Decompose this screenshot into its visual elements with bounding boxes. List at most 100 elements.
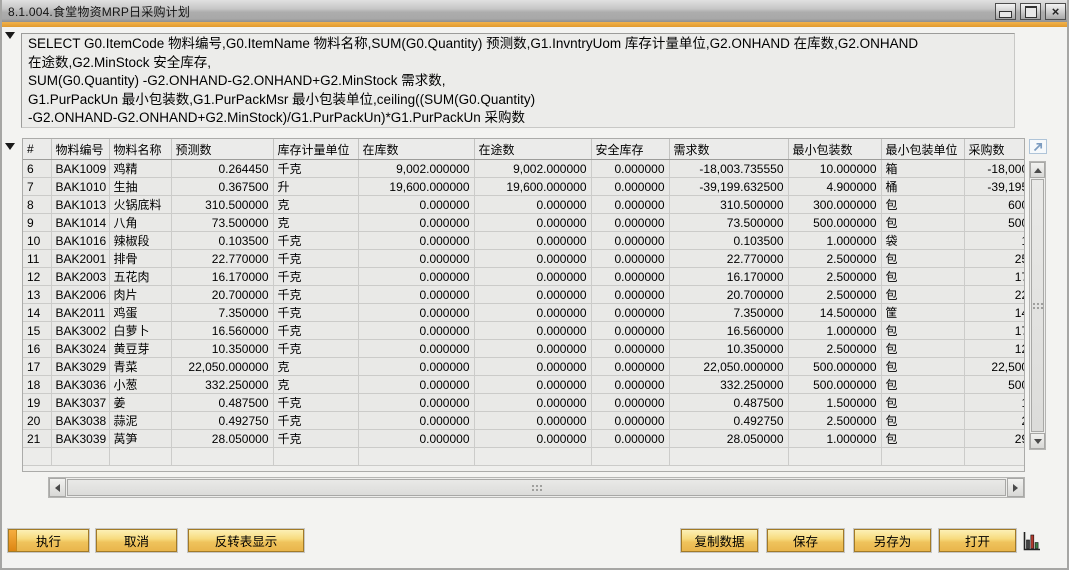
table-cell[interactable]: 千克 bbox=[273, 286, 358, 304]
chart-button[interactable] bbox=[1023, 529, 1043, 551]
table-cell[interactable]: 2.500000 bbox=[964, 412, 1025, 430]
collapse-grid-arrow-icon[interactable] bbox=[5, 143, 15, 150]
table-cell[interactable]: 袋 bbox=[881, 232, 964, 250]
table-cell[interactable]: 10.350000 bbox=[669, 340, 788, 358]
table-cell[interactable]: 千克 bbox=[273, 250, 358, 268]
table-cell[interactable]: 7.350000 bbox=[669, 304, 788, 322]
table-cell[interactable]: -39,199.632500 bbox=[669, 178, 788, 196]
table-cell[interactable]: 19,600.000000 bbox=[474, 178, 591, 196]
horizontal-scrollbar[interactable] bbox=[48, 477, 1025, 498]
table-cell[interactable]: 15 bbox=[23, 322, 51, 340]
table-row[interactable]: 20BAK3038蒜泥0.492750千克0.0000000.0000000.0… bbox=[23, 412, 1025, 430]
table-cell[interactable]: 10.350000 bbox=[171, 340, 273, 358]
table-cell[interactable]: BAK1009 bbox=[51, 160, 109, 178]
table-row[interactable]: 15BAK3002白萝卜16.560000千克0.0000000.0000000… bbox=[23, 322, 1025, 340]
table-cell[interactable]: 八角 bbox=[109, 214, 171, 232]
table-cell[interactable]: 0.000000 bbox=[591, 196, 669, 214]
table-cell[interactable]: 0.264450 bbox=[171, 160, 273, 178]
table-cell[interactable]: 20.700000 bbox=[669, 286, 788, 304]
table-cell[interactable]: 22.770000 bbox=[669, 250, 788, 268]
table-cell[interactable]: 0.000000 bbox=[591, 322, 669, 340]
column-header[interactable]: 最小包装单位 bbox=[881, 139, 964, 160]
table-cell[interactable]: 4.900000 bbox=[788, 178, 881, 196]
save-as-button[interactable]: 另存为 bbox=[854, 529, 931, 552]
table-cell[interactable]: 0.000000 bbox=[591, 394, 669, 412]
table-cell[interactable]: 包 bbox=[881, 214, 964, 232]
table-cell[interactable]: BAK1016 bbox=[51, 232, 109, 250]
table-cell[interactable]: 千克 bbox=[273, 160, 358, 178]
table-cell[interactable]: 千克 bbox=[273, 394, 358, 412]
table-cell[interactable]: 2.500000 bbox=[788, 286, 881, 304]
execute-button[interactable]: 执行 bbox=[8, 529, 89, 552]
table-cell[interactable]: 0.000000 bbox=[591, 376, 669, 394]
table-cell[interactable]: 0.000000 bbox=[591, 232, 669, 250]
column-header[interactable]: 最小包装数 bbox=[788, 139, 881, 160]
column-header[interactable]: 物料编号 bbox=[51, 139, 109, 160]
table-cell[interactable]: 千克 bbox=[273, 268, 358, 286]
table-cell[interactable]: 0.000000 bbox=[591, 178, 669, 196]
table-cell[interactable]: 克 bbox=[273, 376, 358, 394]
table-cell[interactable]: 千克 bbox=[273, 340, 358, 358]
table-cell[interactable]: 0.000000 bbox=[591, 412, 669, 430]
table-cell[interactable]: 0.492750 bbox=[171, 412, 273, 430]
table-cell[interactable]: 14.500000 bbox=[788, 304, 881, 322]
table-cell[interactable]: 16 bbox=[23, 340, 51, 358]
table-cell[interactable]: 莴笋 bbox=[109, 430, 171, 448]
table-cell[interactable]: 12.500000 bbox=[964, 340, 1025, 358]
table-cell[interactable]: 22,500.000000 bbox=[964, 358, 1025, 376]
table-cell[interactable]: 7.350000 bbox=[171, 304, 273, 322]
table-cell[interactable]: 桶 bbox=[881, 178, 964, 196]
table-cell[interactable]: 0.000000 bbox=[591, 286, 669, 304]
table-row[interactable]: 12BAK2003五花肉16.170000千克0.0000000.0000000… bbox=[23, 268, 1025, 286]
table-cell[interactable]: 黄豆芽 bbox=[109, 340, 171, 358]
open-button[interactable]: 打开 bbox=[939, 529, 1016, 552]
table-cell[interactable]: 0.000000 bbox=[474, 340, 591, 358]
table-cell[interactable]: BAK2003 bbox=[51, 268, 109, 286]
table-cell[interactable]: 2.500000 bbox=[788, 250, 881, 268]
table-cell[interactable]: 20 bbox=[23, 412, 51, 430]
table-cell[interactable]: 0.000000 bbox=[474, 232, 591, 250]
table-cell[interactable]: 500.000000 bbox=[788, 376, 881, 394]
table-cell[interactable]: 22.500000 bbox=[964, 286, 1025, 304]
table-cell[interactable]: BAK3024 bbox=[51, 340, 109, 358]
table-cell[interactable]: 17.500000 bbox=[964, 268, 1025, 286]
table-cell[interactable]: -39,195.100000 bbox=[964, 178, 1025, 196]
table-cell[interactable]: 2.500000 bbox=[788, 412, 881, 430]
table-cell[interactable]: 生抽 bbox=[109, 178, 171, 196]
table-cell[interactable]: 包 bbox=[881, 196, 964, 214]
table-row[interactable]: 18BAK3036小葱332.250000克0.0000000.0000000.… bbox=[23, 376, 1025, 394]
table-cell[interactable]: 0.000000 bbox=[474, 196, 591, 214]
table-cell[interactable]: 0.000000 bbox=[358, 304, 474, 322]
table-row[interactable]: 14BAK2011鸡蛋7.350000千克0.0000000.0000000.0… bbox=[23, 304, 1025, 322]
table-cell[interactable]: BAK3037 bbox=[51, 394, 109, 412]
table-cell[interactable]: 22,050.000000 bbox=[171, 358, 273, 376]
table-cell[interactable]: 14.500000 bbox=[964, 304, 1025, 322]
table-cell[interactable]: 包 bbox=[881, 286, 964, 304]
table-cell[interactable]: 500.000000 bbox=[788, 358, 881, 376]
minimize-button[interactable] bbox=[995, 3, 1016, 20]
table-cell[interactable]: BAK3036 bbox=[51, 376, 109, 394]
table-cell[interactable]: 0.000000 bbox=[591, 214, 669, 232]
table-cell[interactable]: 19,600.000000 bbox=[358, 178, 474, 196]
table-cell[interactable]: 300.000000 bbox=[788, 196, 881, 214]
table-cell[interactable]: 310.500000 bbox=[669, 196, 788, 214]
table-row[interactable]: 6BAK1009鸡精0.264450千克9,002.0000009,002.00… bbox=[23, 160, 1025, 178]
table-cell[interactable]: 鸡蛋 bbox=[109, 304, 171, 322]
table-cell[interactable]: BAK1010 bbox=[51, 178, 109, 196]
table-cell[interactable]: 克 bbox=[273, 196, 358, 214]
scroll-down-button[interactable] bbox=[1030, 433, 1045, 449]
table-cell[interactable]: 0.000000 bbox=[591, 304, 669, 322]
table-cell[interactable]: 1.000000 bbox=[788, 430, 881, 448]
table-cell[interactable]: 9,002.000000 bbox=[358, 160, 474, 178]
table-cell[interactable]: 小葱 bbox=[109, 376, 171, 394]
table-cell[interactable]: 9 bbox=[23, 214, 51, 232]
table-cell[interactable]: 包 bbox=[881, 394, 964, 412]
table-cell[interactable]: 1.000000 bbox=[964, 232, 1025, 250]
table-cell[interactable]: 火锅底料 bbox=[109, 196, 171, 214]
table-cell[interactable]: 6 bbox=[23, 160, 51, 178]
table-cell[interactable]: 9,002.000000 bbox=[474, 160, 591, 178]
table-cell[interactable]: 0.000000 bbox=[358, 268, 474, 286]
table-cell[interactable]: 14 bbox=[23, 304, 51, 322]
table-cell[interactable]: 16.560000 bbox=[171, 322, 273, 340]
table-cell[interactable]: BAK3002 bbox=[51, 322, 109, 340]
